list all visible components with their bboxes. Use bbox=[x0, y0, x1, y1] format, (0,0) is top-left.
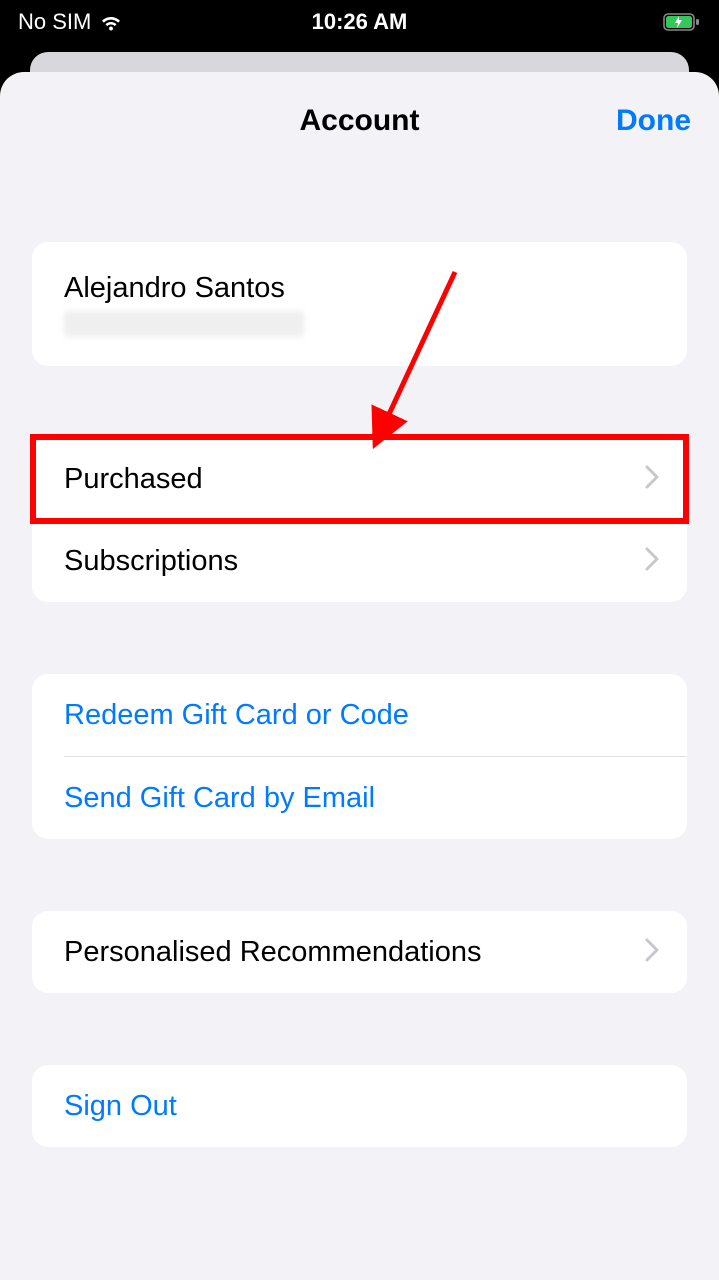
recommendations-group: Personalised Recommendations bbox=[32, 911, 687, 993]
wifi-icon bbox=[99, 13, 123, 31]
chevron-right-icon bbox=[645, 465, 659, 494]
recommendations-row[interactable]: Personalised Recommendations bbox=[32, 911, 687, 993]
chevron-right-icon bbox=[645, 938, 659, 967]
profile-name: Alejandro Santos bbox=[64, 272, 285, 305]
account-modal: Account Done Alejandro Santos Purchased … bbox=[0, 72, 719, 1280]
status-left: No SIM bbox=[18, 9, 123, 35]
purchases-group: Purchased Subscriptions bbox=[32, 438, 687, 602]
signout-group: Sign Out bbox=[32, 1065, 687, 1147]
send-gift-row[interactable]: Send Gift Card by Email bbox=[32, 757, 687, 839]
page-title: Account bbox=[300, 104, 420, 138]
redeem-row[interactable]: Redeem Gift Card or Code bbox=[32, 674, 687, 756]
gift-group: Redeem Gift Card or Code Send Gift Card … bbox=[32, 674, 687, 839]
profile-row[interactable]: Alejandro Santos bbox=[32, 242, 687, 366]
purchased-row[interactable]: Purchased bbox=[32, 438, 687, 520]
subscriptions-row[interactable]: Subscriptions bbox=[32, 520, 687, 602]
battery-charging-icon bbox=[663, 13, 701, 31]
status-bar: No SIM 10:26 AM bbox=[0, 0, 719, 44]
redeem-label: Redeem Gift Card or Code bbox=[64, 699, 409, 732]
carrier-label: No SIM bbox=[18, 9, 91, 35]
profile-group: Alejandro Santos bbox=[32, 242, 687, 366]
signout-row[interactable]: Sign Out bbox=[32, 1065, 687, 1147]
recommendations-label: Personalised Recommendations bbox=[64, 936, 482, 969]
status-right bbox=[663, 13, 701, 31]
signout-label: Sign Out bbox=[64, 1090, 177, 1123]
done-button[interactable]: Done bbox=[616, 104, 691, 138]
purchased-label: Purchased bbox=[64, 463, 203, 496]
subscriptions-label: Subscriptions bbox=[64, 545, 238, 578]
send-gift-label: Send Gift Card by Email bbox=[64, 782, 375, 815]
chevron-right-icon bbox=[645, 547, 659, 576]
modal-header: Account Done bbox=[0, 72, 719, 158]
profile-email-blurred bbox=[64, 311, 304, 337]
clock: 10:26 AM bbox=[312, 9, 408, 35]
